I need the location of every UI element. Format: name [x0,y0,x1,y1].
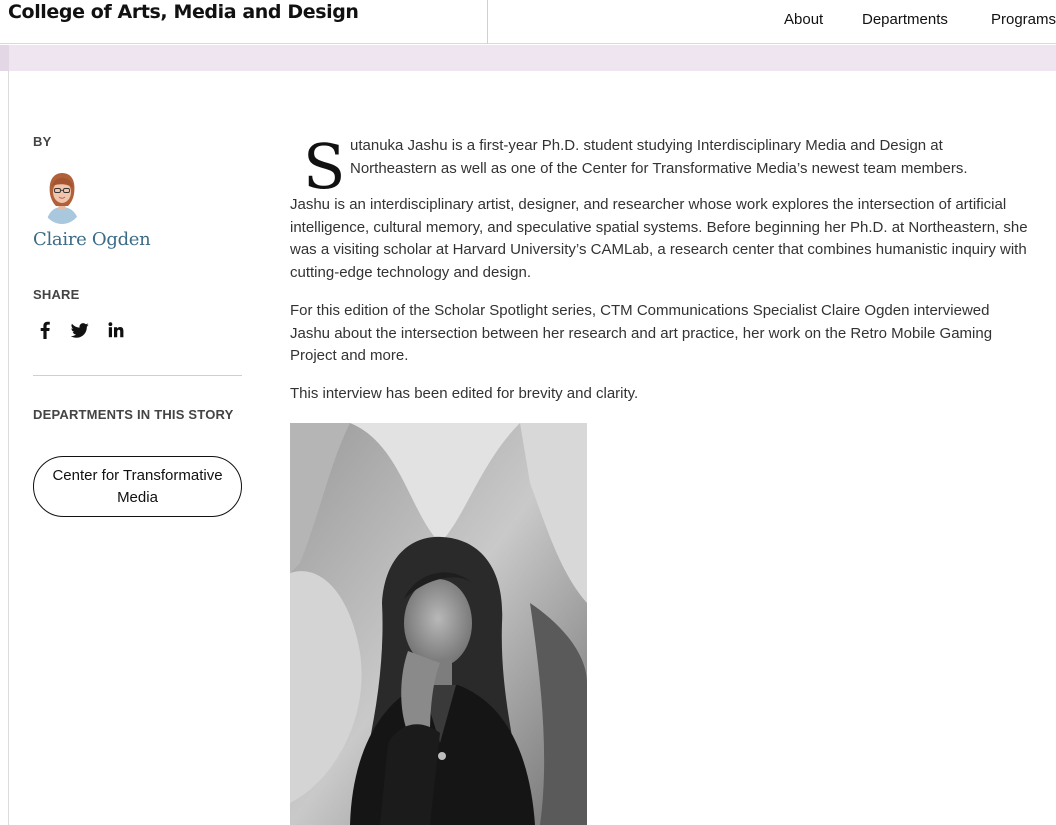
header-divider [487,0,488,44]
nav-departments[interactable]: Departments [862,11,948,28]
nav-about[interactable]: About [784,11,823,28]
site-header: College of Arts, Media and Design About … [0,0,1056,44]
article-paragraph-3: For this edition of the Scholar Spotligh… [290,302,993,364]
portrait-photo-graphic [290,423,587,825]
article-paragraph-4: This interview has been edited for brevi… [290,385,639,402]
article-paragraph-2: Jashu is an interdisciplinary artist, de… [290,196,1028,281]
content-left-rule [8,71,9,825]
department-tag-button[interactable]: Center for Transformative Media [33,456,242,517]
twitter-icon[interactable] [70,320,90,340]
hero-band-edge [0,45,9,71]
drop-cap: S [303,130,346,203]
byline-label: BY [33,134,52,149]
sidebar-divider [33,375,242,376]
facebook-icon[interactable] [35,320,55,340]
facebook-glyph [40,321,50,339]
site-title[interactable]: College of Arts, Media and Design [8,1,359,23]
hero-band [0,45,1056,71]
linkedin-icon[interactable] [106,320,126,340]
article-paragraph-1: utanuka Jashu is a first-year Ph.D. stud… [350,137,968,177]
departments-label: DEPARTMENTS IN THIS STORY [33,407,234,422]
author-name-link[interactable]: Claire Ogden [33,229,151,250]
author-portrait-graphic [40,170,84,224]
twitter-glyph [71,322,89,338]
nav-programs[interactable]: Programs [991,11,1056,28]
author-avatar[interactable] [40,170,84,224]
article-photo [290,423,587,825]
linkedin-glyph [108,322,124,338]
share-label: SHARE [33,287,80,302]
